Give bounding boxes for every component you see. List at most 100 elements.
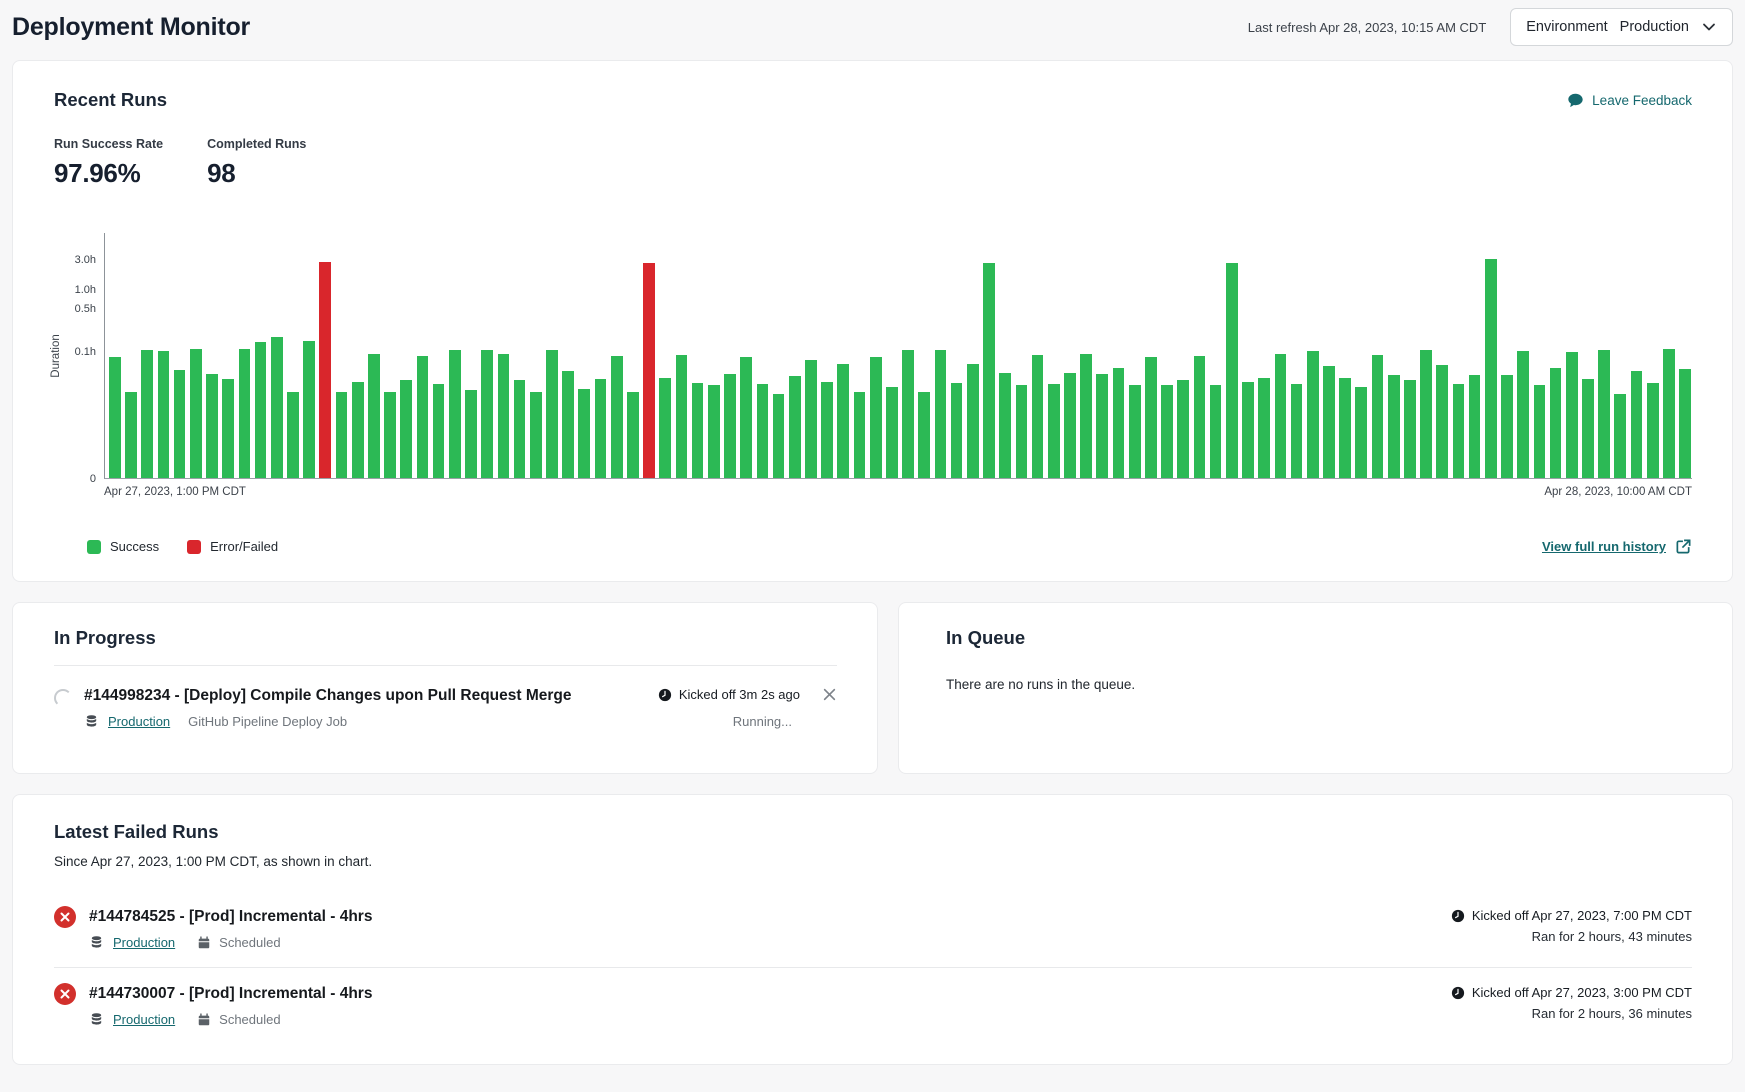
- chart-bar-success[interactable]: [271, 337, 283, 478]
- chart-bar-success[interactable]: [255, 342, 267, 478]
- chart-bar-success[interactable]: [1064, 373, 1076, 478]
- chart-bar-success[interactable]: [918, 392, 930, 478]
- chart-bar-success[interactable]: [1663, 349, 1675, 478]
- chart-bar-success[interactable]: [1177, 380, 1189, 478]
- chart-bar-success[interactable]: [1226, 263, 1238, 478]
- chart-bar-success[interactable]: [595, 379, 607, 478]
- production-link[interactable]: Production: [113, 935, 175, 950]
- chart-bar-success[interactable]: [1161, 385, 1173, 478]
- chart-bar-success[interactable]: [1566, 352, 1578, 478]
- chart-bar-success[interactable]: [1517, 351, 1529, 479]
- chart-bar-success[interactable]: [433, 384, 445, 478]
- chart-bar-success[interactable]: [1275, 354, 1287, 479]
- chart-bar-success[interactable]: [514, 380, 526, 478]
- chart-bar-success[interactable]: [951, 383, 963, 478]
- leave-feedback-link[interactable]: Leave Feedback: [1567, 92, 1692, 109]
- chart-bar-success[interactable]: [740, 357, 752, 478]
- chart-bar-success[interactable]: [368, 354, 380, 479]
- environment-dropdown[interactable]: Environment Production: [1510, 8, 1733, 46]
- view-full-run-history-link[interactable]: View full run history: [1542, 538, 1692, 555]
- chart-bar-success[interactable]: [1598, 350, 1610, 478]
- chart-bar-success[interactable]: [1323, 366, 1335, 478]
- chart-bar-success[interactable]: [1582, 379, 1594, 478]
- chart-bar-failed[interactable]: [643, 263, 655, 478]
- chart-bar-success[interactable]: [1032, 355, 1044, 478]
- chart-bar-success[interactable]: [352, 382, 364, 479]
- chart-bar-success[interactable]: [530, 392, 542, 478]
- chart-bar-success[interactable]: [983, 263, 995, 478]
- chart-bar-success[interactable]: [109, 357, 121, 478]
- chart-bar-success[interactable]: [1404, 380, 1416, 478]
- chart-bar-success[interactable]: [1501, 375, 1513, 478]
- chart-bar-success[interactable]: [303, 341, 315, 478]
- chart-bar-success[interactable]: [627, 392, 639, 478]
- cancel-run-button[interactable]: [822, 687, 837, 702]
- chart-bar-success[interactable]: [1145, 357, 1157, 478]
- chart-bar-success[interactable]: [757, 384, 769, 478]
- chart-bar-success[interactable]: [1129, 385, 1141, 478]
- chart-bar-success[interactable]: [659, 378, 671, 478]
- chart-bar-success[interactable]: [417, 356, 429, 478]
- chart-bar-success[interactable]: [1550, 368, 1562, 479]
- chart-bar-success[interactable]: [999, 373, 1011, 478]
- chart-bar-success[interactable]: [141, 350, 153, 478]
- chart-bar-success[interactable]: [1485, 259, 1497, 479]
- chart-bar-success[interactable]: [1080, 354, 1092, 479]
- chart-bar-success[interactable]: [1258, 378, 1270, 478]
- chart-bar-success[interactable]: [206, 374, 218, 478]
- chart-bar-success[interactable]: [1096, 374, 1108, 478]
- chart-bar-success[interactable]: [724, 374, 736, 478]
- chart-bar-success[interactable]: [1113, 368, 1125, 479]
- chart-bar-success[interactable]: [125, 392, 137, 478]
- chart-bar-success[interactable]: [837, 364, 849, 478]
- chart-bar-success[interactable]: [1242, 382, 1254, 479]
- chart-bar-success[interactable]: [1016, 385, 1028, 478]
- chart-bar-success[interactable]: [336, 392, 348, 478]
- chart-bar-success[interactable]: [611, 356, 623, 478]
- chart-bar-success[interactable]: [1194, 356, 1206, 478]
- chart-bar-success[interactable]: [821, 382, 833, 479]
- chart-bar-success[interactable]: [676, 355, 688, 478]
- chart-bar-success[interactable]: [935, 350, 947, 478]
- chart-bar-failed[interactable]: [319, 262, 331, 478]
- chart-bar-success[interactable]: [465, 390, 477, 478]
- chart-bar-success[interactable]: [239, 349, 251, 478]
- chart-bar-success[interactable]: [190, 349, 202, 478]
- chart-bar-success[interactable]: [449, 350, 461, 478]
- chart-bar-success[interactable]: [1339, 378, 1351, 478]
- chart-bar-success[interactable]: [1210, 385, 1222, 478]
- chart-bar-success[interactable]: [1048, 384, 1060, 478]
- chart-bar-success[interactable]: [1679, 369, 1691, 478]
- chart-bar-success[interactable]: [578, 389, 590, 478]
- chart-bar-success[interactable]: [1388, 375, 1400, 478]
- chart-bar-success[interactable]: [400, 380, 412, 478]
- production-link[interactable]: Production: [108, 714, 170, 729]
- chart-bar-success[interactable]: [708, 385, 720, 478]
- chart-bar-success[interactable]: [1372, 355, 1384, 478]
- chart-bar-success[interactable]: [222, 379, 234, 478]
- chart-bar-success[interactable]: [805, 360, 817, 478]
- chart-bar-success[interactable]: [1453, 384, 1465, 478]
- chart-bar-success[interactable]: [384, 392, 396, 478]
- production-link[interactable]: Production: [113, 1012, 175, 1027]
- chart-bar-success[interactable]: [1307, 351, 1319, 479]
- chart-bar-success[interactable]: [562, 371, 574, 478]
- chart-bar-success[interactable]: [481, 350, 493, 478]
- chart-bar-success[interactable]: [498, 354, 510, 479]
- chart-bar-success[interactable]: [789, 376, 801, 478]
- chart-bar-success[interactable]: [1291, 384, 1303, 478]
- chart-bar-success[interactable]: [1436, 365, 1448, 478]
- chart-bar-success[interactable]: [870, 357, 882, 478]
- chart-bar-success[interactable]: [886, 387, 898, 478]
- chart-bar-success[interactable]: [287, 392, 299, 478]
- chart-bar-success[interactable]: [1469, 375, 1481, 478]
- chart-bar-success[interactable]: [967, 364, 979, 478]
- chart-bar-success[interactable]: [1534, 385, 1546, 478]
- chart-bar-success[interactable]: [1647, 383, 1659, 478]
- chart-bar-success[interactable]: [1631, 371, 1643, 478]
- chart-bar-success[interactable]: [158, 351, 170, 478]
- chart-bar-success[interactable]: [773, 394, 785, 478]
- chart-bar-success[interactable]: [854, 392, 866, 478]
- chart-bar-success[interactable]: [174, 370, 186, 478]
- chart-bar-success[interactable]: [1614, 394, 1626, 478]
